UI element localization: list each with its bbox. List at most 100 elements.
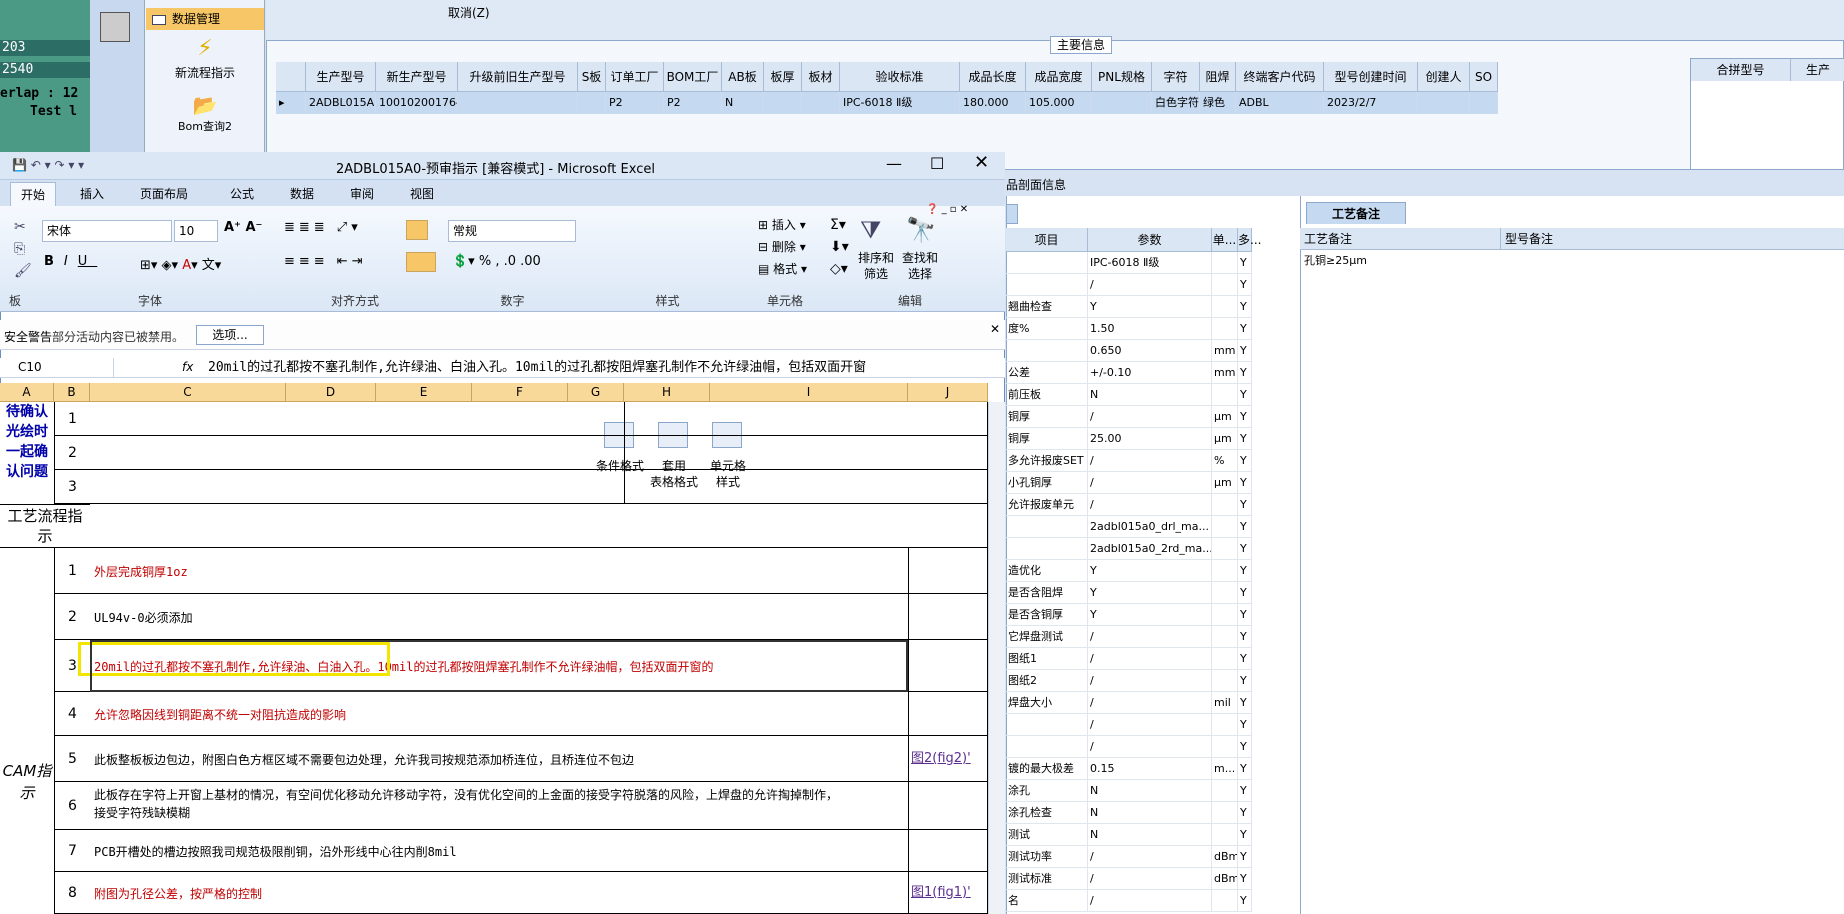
props-cell[interactable]: Y (1238, 538, 1252, 560)
tab-2[interactable]: 页面布局 (130, 182, 198, 206)
props-cell[interactable]: mm (1212, 340, 1238, 362)
props-cell[interactable]: Y (1088, 604, 1212, 626)
tab-3[interactable]: 公式 (220, 182, 264, 206)
calculator-icon[interactable] (100, 12, 130, 42)
column-header-H[interactable]: H (624, 383, 710, 402)
props-cell[interactable] (1006, 252, 1088, 274)
menu-item-data-management[interactable]: 数据管理 (146, 8, 264, 30)
props-cell[interactable]: / (1088, 890, 1212, 912)
props-cell[interactable]: N (1088, 824, 1212, 846)
grid-cell[interactable] (802, 92, 840, 114)
name-box[interactable]: C10 (0, 358, 114, 377)
notes-value[interactable]: 孔铜≥25μm (1304, 252, 1367, 268)
cancel-label[interactable]: 取消(Z) (448, 4, 490, 21)
tab-4[interactable]: 数据 (280, 182, 324, 206)
grid-column-header[interactable]: 订单工厂 (606, 62, 664, 92)
quick-access-icons[interactable]: 💾 ↶ ▾ ↷ ▾ ▾ (12, 158, 84, 172)
props-cell[interactable] (1212, 780, 1238, 802)
left-row-2[interactable]: 2540 (0, 62, 90, 78)
grid-column-header[interactable]: 验收标准 (840, 62, 960, 92)
props-cell[interactable]: Y (1238, 428, 1252, 450)
grow-font-icon[interactable]: A⁺ A⁻ (224, 220, 262, 235)
sum-icons[interactable]: Σ▾ ⬇▾ ◇▾ (830, 214, 849, 280)
grid-cell[interactable] (1092, 92, 1152, 114)
grid-cell[interactable]: 2ADBL015A0 (306, 92, 376, 114)
border-color-icons[interactable]: ⊞▾ ◈▾ A▾ 文▾ (140, 254, 221, 273)
column-header-F[interactable]: F (472, 383, 568, 402)
props-cell[interactable]: 是否含阻焊 (1006, 582, 1088, 604)
tab-process-notes[interactable]: 工艺备注 (1306, 202, 1406, 224)
menu-item-new-flow[interactable]: ⚡ 新流程指示 (146, 34, 264, 84)
props-cell[interactable]: Y (1238, 714, 1252, 736)
props-cell[interactable]: 翘曲检查 (1006, 296, 1088, 318)
column-header-E[interactable]: E (376, 383, 472, 402)
vertical-scrollbar[interactable] (988, 402, 1005, 914)
props-cell[interactable] (1006, 714, 1088, 736)
figure-link[interactable]: 图2(fig2)' (908, 736, 988, 782)
column-header-J[interactable]: J (908, 383, 988, 402)
sheet-cell[interactable] (624, 436, 908, 470)
props-cell[interactable]: Y (1238, 274, 1252, 296)
tab-6[interactable]: 视图 (400, 182, 444, 206)
tab-0[interactable]: 开始 (10, 182, 57, 206)
grid-column-header[interactable]: S板 (578, 62, 606, 92)
sheet-row[interactable] (90, 504, 988, 548)
props-cell[interactable]: dBm (1212, 846, 1238, 868)
props-cell[interactable]: Y (1238, 582, 1252, 604)
tab-5[interactable]: 审阅 (340, 182, 384, 206)
props-cell[interactable]: Y (1238, 692, 1252, 714)
grid-column-header[interactable]: 板材 (802, 62, 840, 92)
props-cell[interactable] (1006, 340, 1088, 362)
props-cell[interactable] (1212, 802, 1238, 824)
props-cell[interactable] (1006, 274, 1088, 296)
props-cell[interactable]: dBm (1212, 868, 1238, 890)
figure-link[interactable] (908, 782, 988, 830)
options-button[interactable]: 选项... (196, 325, 264, 345)
props-cell[interactable]: 0.650 (1088, 340, 1212, 362)
sort-filter-label[interactable]: 排序和 筛选 (858, 250, 894, 282)
grid-column-header[interactable]: SO (1470, 62, 1498, 92)
props-cell[interactable]: Y (1238, 472, 1252, 494)
find-select-label[interactable]: 查找和 选择 (902, 250, 938, 282)
props-cell[interactable] (1212, 538, 1238, 560)
props-cell[interactable] (1212, 648, 1238, 670)
props-cell[interactable]: 2adbl015a0_drl_ma... (1088, 516, 1212, 538)
grid-cell[interactable]: 10010200176441 (376, 92, 458, 114)
sheet-row[interactable]: PCB开槽处的槽边按照我司规范极限削铜，沿外形线中心往内削8mil (90, 830, 988, 872)
props-cell[interactable]: μm (1212, 406, 1238, 428)
props-cell[interactable]: Y (1238, 780, 1252, 802)
props-cell[interactable]: Y (1238, 846, 1252, 868)
column-header-I[interactable]: I (710, 383, 908, 402)
sheet-row[interactable]: 外层完成铜厚1oz (90, 548, 988, 594)
close-icon[interactable]: ✕ (974, 152, 989, 173)
props-cell[interactable] (1212, 890, 1238, 912)
props-cell[interactable] (1212, 252, 1238, 274)
props-cell[interactable]: 涂孔 (1006, 780, 1088, 802)
grid-cell[interactable] (1470, 92, 1498, 114)
props-cell[interactable]: +/-0.10 (1088, 362, 1212, 384)
props-cell[interactable]: 铜厚 (1006, 406, 1088, 428)
props-cell[interactable]: Y (1238, 362, 1252, 384)
props-cell[interactable]: / (1088, 406, 1212, 428)
grid-cell[interactable]: 2023/2/7 (1324, 92, 1418, 114)
number-format-select[interactable]: 常规 (448, 220, 576, 242)
props-cell[interactable]: mm (1212, 362, 1238, 384)
props-cell[interactable]: 图纸1 (1006, 648, 1088, 670)
props-cell[interactable]: Y (1238, 758, 1252, 780)
props-cell[interactable]: Y (1238, 604, 1252, 626)
align-vertical-icons[interactable]: ≣≣≣ ⤢▾ (284, 220, 362, 235)
grid-cell[interactable]: 105.000 (1026, 92, 1092, 114)
column-header-G[interactable]: G (568, 383, 624, 402)
props-cell[interactable]: 铜厚 (1006, 428, 1088, 450)
window-controls-icons[interactable]: ❓ _ ▫ ✕ (926, 204, 968, 215)
props-cell[interactable]: 25.00 (1088, 428, 1212, 450)
props-cell[interactable] (1212, 516, 1238, 538)
props-cell[interactable]: 图纸2 (1006, 670, 1088, 692)
figure-link[interactable] (908, 692, 988, 736)
font-size-select[interactable]: 10 (174, 220, 218, 242)
function-icon[interactable]: fx (182, 358, 193, 377)
props-cell[interactable]: Y (1238, 648, 1252, 670)
grid-cell[interactable]: 绿色 (1200, 92, 1236, 114)
props-cell[interactable]: Y (1238, 516, 1252, 538)
grid-column-header[interactable]: 生产型号 (306, 62, 376, 92)
